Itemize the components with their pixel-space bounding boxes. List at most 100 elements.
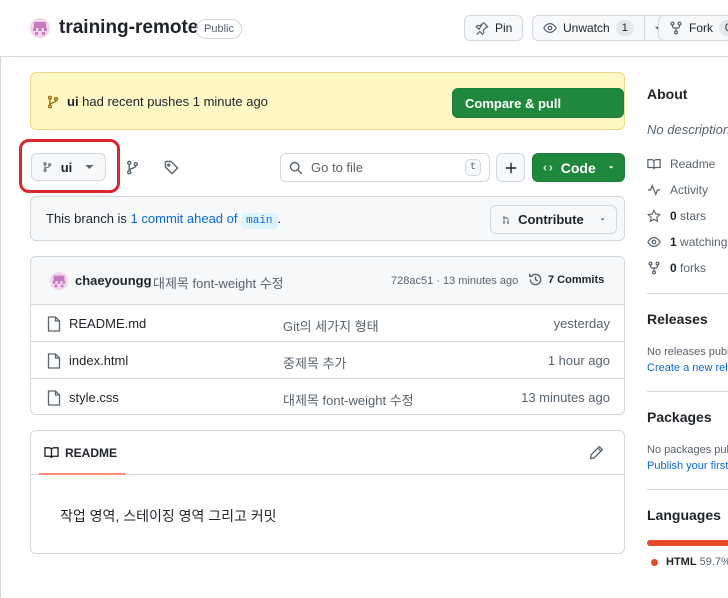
file-name[interactable]: index.html <box>69 353 128 368</box>
banner-text: had recent pushes 1 minute ago <box>78 94 268 109</box>
commit-count-label: 7 Commits <box>548 273 605 286</box>
eye-icon <box>543 23 557 33</box>
languages-heading: Languages <box>647 507 721 523</box>
branches-button[interactable] <box>120 155 144 179</box>
readme-content: 작업 영역, 스테이징 영역 그리고 커밋 <box>60 508 277 524</box>
tag-icon <box>164 160 179 175</box>
chevron-down-icon <box>600 218 605 221</box>
publish-package-link[interactable]: Publish your first package <box>647 460 728 472</box>
branch-icon <box>126 160 138 174</box>
commit-author[interactable]: chaeyoungg <box>75 273 152 288</box>
branch-icon <box>47 95 59 109</box>
language-name-percent: HTML 59.7% <box>666 556 728 568</box>
code-button[interactable]: Code <box>532 153 625 182</box>
go-to-file-input[interactable] <box>311 160 451 175</box>
go-to-file-search[interactable]: t <box>280 153 490 182</box>
branch-status-prefix: This branch is <box>46 211 131 226</box>
stars-link[interactable]: 0 stars <box>647 209 706 223</box>
language-bar <box>647 540 728 546</box>
watchers-text: watching <box>676 235 728 249</box>
recent-push-banner: ui had recent pushes 1 minute ago Compar… <box>30 72 625 141</box>
branch-comparison-info: This branch is 1 commit ahead of main. C… <box>30 196 625 241</box>
watchers-link[interactable]: 1 watching <box>647 235 727 249</box>
file-commit-date: 13 minutes ago <box>521 390 610 405</box>
chevron-down-icon <box>608 166 614 169</box>
pin-icon <box>475 21 489 35</box>
latest-commit-bar: chaeyoungg 대제목 font-weight 수정 728ac51 · … <box>31 257 624 305</box>
code-label: Code <box>560 159 596 176</box>
releases-heading[interactable]: Releases <box>647 311 708 327</box>
watchers-label: 1 watching <box>670 235 727 249</box>
forks-text: forks <box>676 261 707 275</box>
pencil-icon[interactable] <box>589 445 604 460</box>
file-commit-message[interactable]: 대제목 font-weight 수정 <box>283 390 414 409</box>
activity-link[interactable]: Activity <box>647 183 708 197</box>
search-icon <box>289 161 303 174</box>
readme-panel: README 작업 영역, 스테이징 영역 그리고 커밋 <box>30 430 625 554</box>
book-icon <box>44 447 59 459</box>
book-icon <box>647 159 661 170</box>
eye-icon <box>647 237 661 247</box>
pin-label: Pin <box>495 21 513 35</box>
branch-status-suffix: . <box>277 211 282 226</box>
commit-message[interactable]: 대제목 font-weight 수정 <box>153 273 284 292</box>
commit-meta[interactable]: 728ac51 · 13 minutes ago <box>391 275 518 287</box>
repo-description: No description <box>647 122 728 137</box>
divider <box>647 489 728 490</box>
banner-branch[interactable]: ui <box>67 94 79 109</box>
pull-request-icon <box>502 215 510 224</box>
history-icon <box>528 273 542 286</box>
readme-header: README <box>31 431 624 475</box>
divider <box>647 293 728 294</box>
divider <box>647 391 728 392</box>
stars-count: 0 <box>670 209 677 223</box>
about-heading: About <box>647 86 688 102</box>
create-release-link[interactable]: Create a new release <box>647 362 728 374</box>
file-row[interactable]: style.css 대제목 font-weight 수정 13 minutes … <box>31 379 624 414</box>
visibility-badge: Public <box>196 19 242 39</box>
star-icon <box>647 209 661 223</box>
banner-message: ui had recent pushes 1 minute ago <box>67 94 268 109</box>
activity-link-label: Activity <box>670 183 709 197</box>
file-icon <box>47 390 61 406</box>
file-table: chaeyoungg 대제목 font-weight 수정 728ac51 · … <box>30 256 625 415</box>
packages-text: No packages published <box>647 444 728 456</box>
add-file-button[interactable] <box>496 153 525 182</box>
file-name[interactable]: style.css <box>69 390 119 405</box>
watch-count: 1 <box>615 20 634 36</box>
avatar[interactable] <box>50 272 68 290</box>
contribute-label: Contribute <box>518 212 584 227</box>
repo-header: training-remote Public Pin Unwatch 1 For… <box>0 0 728 57</box>
file-commit-message[interactable]: 중제목 추가 <box>283 353 346 372</box>
tags-button[interactable] <box>159 155 183 179</box>
readme-link-label: Readme <box>670 157 716 171</box>
commits-ahead-link[interactable]: 1 commit ahead of <box>131 211 238 226</box>
pin-button[interactable]: Pin <box>464 15 524 41</box>
language-name: HTML <box>666 556 697 568</box>
packages-heading[interactable]: Packages <box>647 409 712 425</box>
repo-sidebar: About No description Readme Activity 0 s… <box>647 0 728 598</box>
contribute-button[interactable]: Contribute <box>490 205 617 234</box>
fork-icon <box>648 261 660 275</box>
forks-label: 0 forks <box>670 261 706 275</box>
owner-avatar[interactable] <box>30 18 50 38</box>
commit-history-link[interactable]: 7 Commits <box>528 272 604 287</box>
file-name[interactable]: README.md <box>69 316 146 331</box>
file-row[interactable]: README.md Git의 세가지 형태 yesterday <box>31 305 624 342</box>
file-commit-date: yesterday <box>553 316 610 331</box>
file-row[interactable]: index.html 중제목 추가 1 hour ago <box>31 342 624 379</box>
stars-text: stars <box>676 209 707 223</box>
readme-link[interactable]: Readme <box>647 157 715 171</box>
file-commit-message[interactable]: Git의 세가지 형태 <box>283 316 379 335</box>
language-color-dot <box>651 558 658 566</box>
unwatch-label: Unwatch <box>563 21 610 35</box>
forks-link[interactable]: 0 forks <box>647 261 706 275</box>
readme-tab[interactable]: README <box>44 445 117 460</box>
language-item[interactable]: HTML 59.7% <box>651 556 728 568</box>
readme-tab-label: README <box>65 445 118 460</box>
base-branch-chip[interactable]: main <box>241 213 278 229</box>
compare-pull-request-button[interactable]: Compare & pull request <box>452 88 624 141</box>
annotation-highlight <box>19 139 120 193</box>
keyboard-shortcut: t <box>464 159 481 176</box>
repo-name[interactable]: training-remote <box>59 17 198 39</box>
